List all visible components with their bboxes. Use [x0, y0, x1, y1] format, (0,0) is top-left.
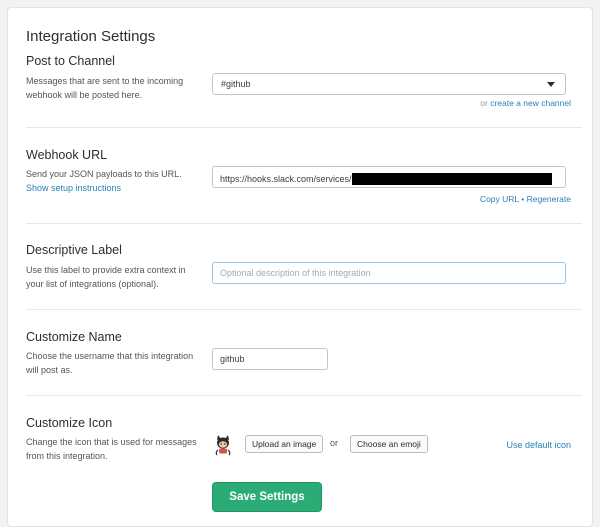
post-to-channel-title: Post to Channel: [26, 54, 115, 68]
username-input[interactable]: [212, 348, 328, 370]
descriptive-label-input[interactable]: [212, 262, 566, 284]
webhook-title: Webhook URL: [26, 148, 108, 162]
descriptive-label-description: Use this label to provide extra context …: [26, 265, 186, 289]
use-default-icon-link[interactable]: Use default icon: [506, 440, 571, 450]
webhook-actions-row: Copy URL • Regenerate: [480, 194, 571, 204]
webhook-url-field[interactable]: https://hooks.slack.com/services/: [212, 166, 566, 188]
or-text: or: [330, 438, 339, 448]
settings-card: Integration Settings Post to Channel Mes…: [7, 7, 593, 527]
webhook-url-text: https://hooks.slack.com/services/: [220, 174, 352, 184]
setup-instructions-link[interactable]: Show setup instructions: [26, 181, 204, 195]
octocat-avatar-icon: [212, 434, 234, 456]
channel-select-value: #github: [221, 79, 251, 89]
webhook-description-text: Send your JSON payloads to this URL.: [26, 169, 182, 179]
redacted-token: [351, 173, 552, 185]
customize-name-title: Customize Name: [26, 330, 122, 344]
create-channel-link[interactable]: create a new channel: [490, 98, 571, 108]
copy-url-link[interactable]: Copy URL: [480, 194, 519, 204]
create-channel-row: or create a new channel: [480, 98, 571, 108]
divider: [26, 309, 582, 310]
channel-select[interactable]: #github: [212, 73, 566, 95]
upload-image-button[interactable]: Upload an image: [245, 435, 324, 453]
save-settings-button[interactable]: Save Settings: [212, 482, 322, 512]
webhook-description: Send your JSON payloads to this URL. Sho…: [26, 167, 204, 195]
customize-icon-title: Customize Icon: [26, 416, 113, 430]
divider: [26, 223, 582, 224]
regenerate-link[interactable]: Regenerate: [527, 194, 571, 204]
caret-down-icon: [547, 82, 555, 87]
choose-emoji-button[interactable]: Choose an emoji: [350, 435, 428, 453]
divider: [26, 127, 582, 128]
post-to-channel-description: Messages that are sent to the incoming w…: [26, 76, 184, 100]
divider: [26, 395, 582, 396]
separator-dot: •: [521, 194, 525, 204]
customize-icon-description: Change the icon that is used for message…: [26, 437, 197, 461]
descriptive-label-title: Descriptive Label: [26, 243, 122, 257]
customize-name-description: Choose the username that this integratio…: [26, 351, 194, 375]
or-text: or: [480, 98, 488, 108]
page-title: Integration Settings: [26, 28, 156, 45]
